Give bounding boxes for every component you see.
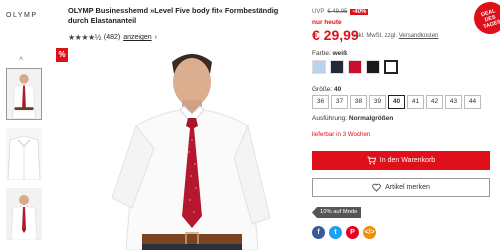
add-to-cart-button[interactable]: In den Warenkorb [312,151,490,170]
swatch-black[interactable] [366,60,380,74]
size-option[interactable]: 44 [464,95,481,109]
shirt-model-thumbnail [7,69,41,119]
reviews-link[interactable]: anzeigen [123,34,151,41]
size-option[interactable]: 39 [369,95,386,109]
swatch-white[interactable] [384,60,398,74]
add-to-cart-label: In den Warenkorb [379,157,436,164]
current-price: € 29,99 [312,27,359,43]
chevron-right-icon: › [154,34,157,41]
size-option[interactable]: 41 [407,95,424,109]
fit-row: Ausführung: Normalgrößen [312,115,393,122]
uvp-row: UVP € 49,95 -40% [312,9,369,15]
discount-badge: -40% [350,9,369,15]
uvp-old-price: € 49,95 [327,9,348,15]
deal-of-the-day-badge: DEAL DES TAGES [469,0,500,39]
uvp-label: UVP [312,9,325,15]
vat-note: inkl. MwSt. zzgl. Versandkosten [354,33,438,39]
share-buttons: f t P </> [312,226,376,239]
rating-stars-icon: ★★★★½ [68,33,101,42]
shipping-link[interactable]: Versandkosten [399,33,439,39]
thumbnail-strip: ˄ [4,56,44,250]
model-in-shirt-image [96,48,288,250]
size-options: 36 37 38 39 40 41 42 43 44 [312,95,481,109]
size-label: Größe: 40 [312,86,341,93]
fit-label: Ausführung: [312,115,348,122]
color-value: weiß [332,50,348,57]
thumbnail-3[interactable] [6,188,42,240]
size-label-text: Größe: [312,86,333,93]
shirt-detail-thumbnail [6,188,42,240]
color-label-text: Farbe: [312,50,331,57]
rating-row: ★★★★½ (482) anzeigen › [68,33,157,42]
vat-text: inkl. MwSt. zzgl. [354,33,398,39]
size-option[interactable]: 38 [350,95,367,109]
product-main-image[interactable] [96,48,288,250]
color-label: Farbe: weiß [312,50,347,57]
today-only-label: nur heute [312,19,342,26]
fit-value: Normalgrößen [348,115,394,122]
facebook-icon[interactable]: f [312,226,325,239]
size-option[interactable]: 43 [445,95,462,109]
wishlist-button[interactable]: Artikel merken [312,178,490,197]
thumbnail-1[interactable] [6,68,42,120]
size-option-selected[interactable]: 40 [388,95,405,109]
brand-logo[interactable]: OLYMP [6,12,38,19]
chevron-up-icon[interactable]: ˄ [19,56,23,63]
embed-icon[interactable]: </> [363,226,376,239]
swatch-red[interactable] [348,60,362,74]
review-count: (482) [103,34,121,41]
pinterest-icon[interactable]: P [346,226,359,239]
swatch-light-blue[interactable] [312,60,326,74]
shirt-collar-thumbnail [6,128,42,180]
twitter-icon[interactable]: t [329,226,342,239]
product-title: OLYMP Businesshemd »Level Five body fit«… [68,6,279,25]
size-option[interactable]: 37 [331,95,348,109]
size-option[interactable]: 42 [426,95,443,109]
size-value: 40 [334,86,342,93]
heart-icon [372,183,381,192]
size-option[interactable]: 36 [312,95,329,109]
delivery-status: lieferbar in 3 Wochen [312,131,371,138]
promo-tag[interactable]: 10% auf Mode [312,207,362,218]
sale-badge: % [56,48,68,62]
swatch-navy[interactable] [330,60,344,74]
promo-label: 10% auf Mode [320,209,358,215]
color-swatches [312,60,398,74]
cart-icon [367,156,376,165]
wishlist-label: Artikel merken [385,184,430,191]
thumbnail-2[interactable] [6,128,42,180]
